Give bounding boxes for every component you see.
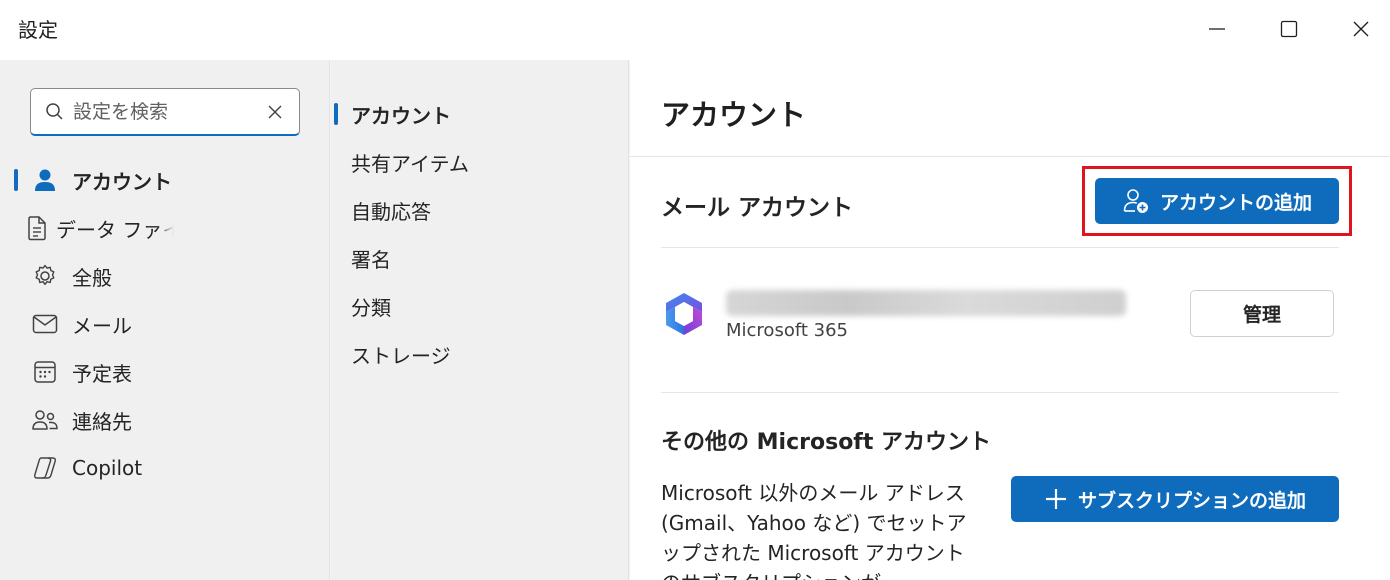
close-button[interactable]	[1338, 12, 1384, 46]
subnav-item-auto-reply[interactable]: 自動応答	[331, 186, 629, 234]
microsoft-365-logo-icon	[662, 290, 706, 338]
main-content: アカウント メール アカウント アカウントの追加 Microsoft 365 管…	[630, 60, 1390, 580]
account-subnav: アカウント 共有アイテム 自動応答 署名 分類 ストレージ	[331, 60, 629, 580]
nav-item-calendar[interactable]: 予定表	[0, 348, 330, 396]
minimize-button[interactable]	[1194, 12, 1240, 46]
close-icon	[1353, 21, 1369, 37]
person-icon	[30, 165, 60, 195]
mail-accounts-title: メール アカウント	[661, 195, 854, 221]
plus-icon	[1044, 487, 1068, 511]
header-divider	[630, 156, 1390, 157]
minimize-icon	[1209, 28, 1225, 30]
calendar-icon	[30, 357, 60, 387]
nav-item-label: データ ファイル	[56, 217, 174, 242]
nav-item-mail[interactable]: メール	[0, 300, 330, 348]
window-title: 設定	[18, 18, 58, 42]
nav-item-label: 全般	[72, 265, 112, 290]
maximize-icon	[1280, 20, 1298, 38]
manage-account-button[interactable]: 管理	[1190, 290, 1334, 337]
search-icon	[45, 102, 65, 126]
search-box[interactable]	[30, 88, 300, 136]
add-person-icon	[1122, 187, 1150, 215]
nav-item-label: 予定表	[72, 361, 132, 386]
page-title: アカウント	[661, 98, 807, 132]
subnav-list: アカウント 共有アイテム 自動応答 署名 分類 ストレージ	[331, 90, 629, 378]
nav-item-label: Copilot	[72, 456, 143, 480]
settings-nav: アカウント データ ファイル 全般 メール 予定表	[0, 60, 330, 580]
clear-search-icon[interactable]	[265, 102, 285, 126]
gear-icon	[30, 261, 60, 291]
title-bar: 設定	[0, 0, 1390, 60]
nav-item-copilot[interactable]: Copilot	[0, 444, 330, 492]
section-divider	[661, 392, 1339, 393]
copilot-icon	[30, 453, 60, 483]
nav-item-label: メール	[72, 313, 132, 338]
nav-item-account[interactable]: アカウント	[0, 156, 330, 204]
nav-item-label: 連絡先	[72, 409, 132, 434]
subnav-item-account[interactable]: アカウント	[331, 90, 629, 138]
subnav-item-signature[interactable]: 署名	[331, 234, 629, 282]
nav-item-label: アカウント	[72, 169, 172, 194]
subnav-item-categories[interactable]: 分類	[331, 282, 629, 330]
nav-item-data-files[interactable]: データ ファイル	[0, 204, 330, 252]
search-input[interactable]	[73, 97, 263, 127]
maximize-button[interactable]	[1266, 12, 1312, 46]
mail-icon	[30, 309, 60, 339]
section-divider	[661, 247, 1339, 248]
document-icon	[22, 213, 52, 243]
nav-item-general[interactable]: 全般	[0, 252, 330, 300]
other-accounts-description: Microsoft 以外のメール アドレス (Gmail、Yahoo など) で…	[661, 481, 967, 580]
nav-item-contacts[interactable]: 連絡先	[0, 396, 330, 444]
add-account-label: アカウントの追加	[1159, 191, 1312, 214]
people-icon	[30, 405, 60, 435]
subnav-item-shared[interactable]: 共有アイテム	[331, 138, 629, 186]
add-subscription-button[interactable]: サブスクリプションの追加	[1011, 476, 1339, 522]
subnav-item-storage[interactable]: ストレージ	[331, 330, 629, 378]
account-email-redacted	[726, 290, 1126, 316]
add-subscription-label: サブスクリプションの追加	[1077, 489, 1306, 512]
add-account-button[interactable]: アカウントの追加	[1095, 178, 1339, 224]
account-type: Microsoft 365	[726, 320, 848, 341]
nav-list: アカウント データ ファイル 全般 メール 予定表	[0, 156, 330, 492]
other-accounts-title: その他の Microsoft アカウント	[661, 430, 992, 455]
